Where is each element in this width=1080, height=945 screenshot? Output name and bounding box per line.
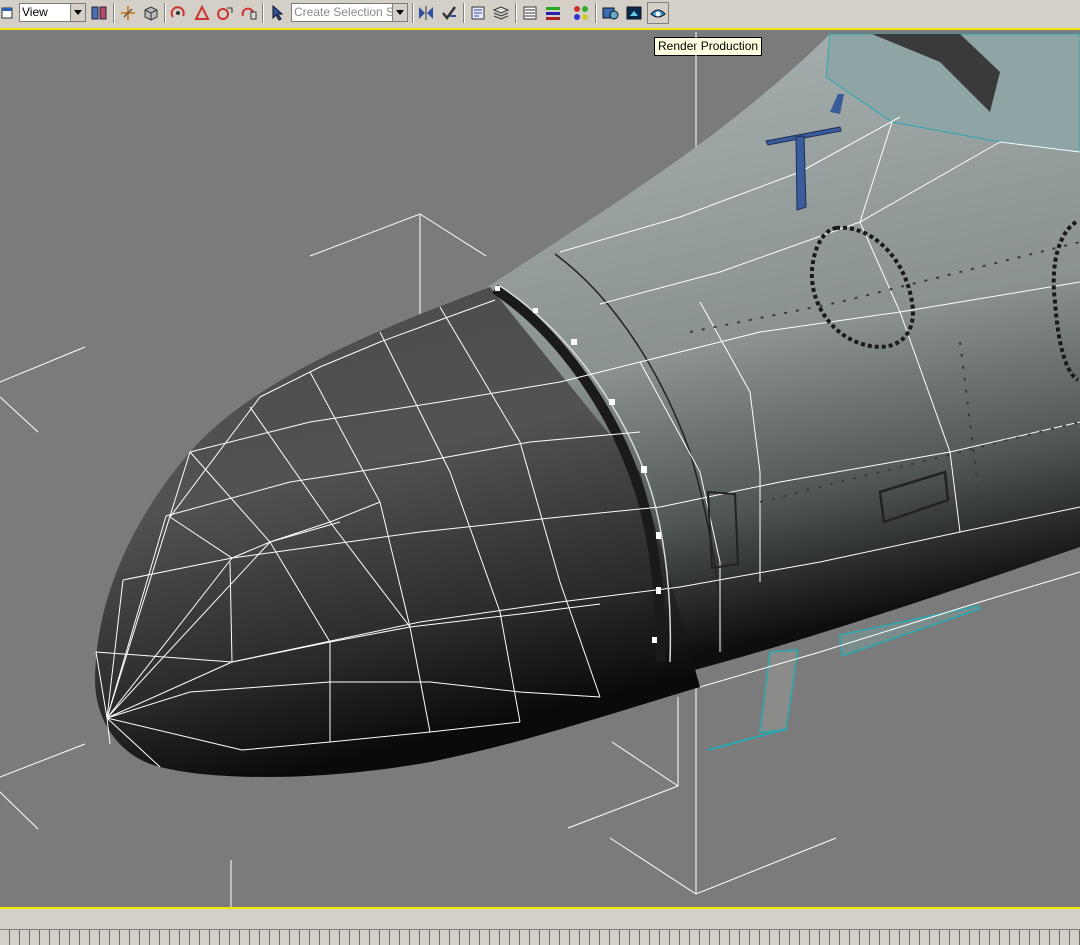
align-icon[interactable] xyxy=(439,2,459,24)
scale-icon[interactable] xyxy=(192,2,212,24)
timeline-ticks xyxy=(0,929,1080,945)
select-filter-icon[interactable] xyxy=(89,2,109,24)
selection-set-placeholder: Create Selection Set xyxy=(294,5,405,19)
rotate-icon[interactable] xyxy=(168,2,188,24)
view-dropdown-value: View xyxy=(22,5,48,19)
uniform-scale-icon[interactable] xyxy=(215,2,235,24)
squash-icon[interactable] xyxy=(239,2,259,24)
view-dropdown[interactable]: View xyxy=(19,3,86,22)
timeline-bar[interactable] xyxy=(0,909,1080,945)
viewport-scene xyxy=(0,32,1080,907)
schematic-view-icon[interactable] xyxy=(543,2,563,24)
layer-icon[interactable] xyxy=(468,2,488,24)
rendered-frame-icon[interactable] xyxy=(624,2,644,24)
selection-set-dropdown[interactable]: Create Selection Set xyxy=(291,3,408,22)
chevron-down-icon xyxy=(392,4,407,21)
viewport-toggle-icon[interactable] xyxy=(0,2,14,24)
move-icon[interactable] xyxy=(118,2,138,24)
render-setup-icon[interactable] xyxy=(600,2,620,24)
material-editor-icon[interactable] xyxy=(571,2,591,24)
render-production-icon[interactable] xyxy=(647,2,669,24)
select-manipulate-icon[interactable] xyxy=(267,2,287,24)
main-toolbar: View Create Selection Set xyxy=(0,0,1080,29)
perspective-viewport[interactable] xyxy=(0,28,1080,909)
bind-icon[interactable] xyxy=(141,2,161,24)
chevron-down-icon xyxy=(70,4,85,21)
named-selection-icon[interactable] xyxy=(491,2,511,24)
mirror-icon[interactable] xyxy=(416,2,436,24)
curve-editor-icon[interactable] xyxy=(520,2,540,24)
